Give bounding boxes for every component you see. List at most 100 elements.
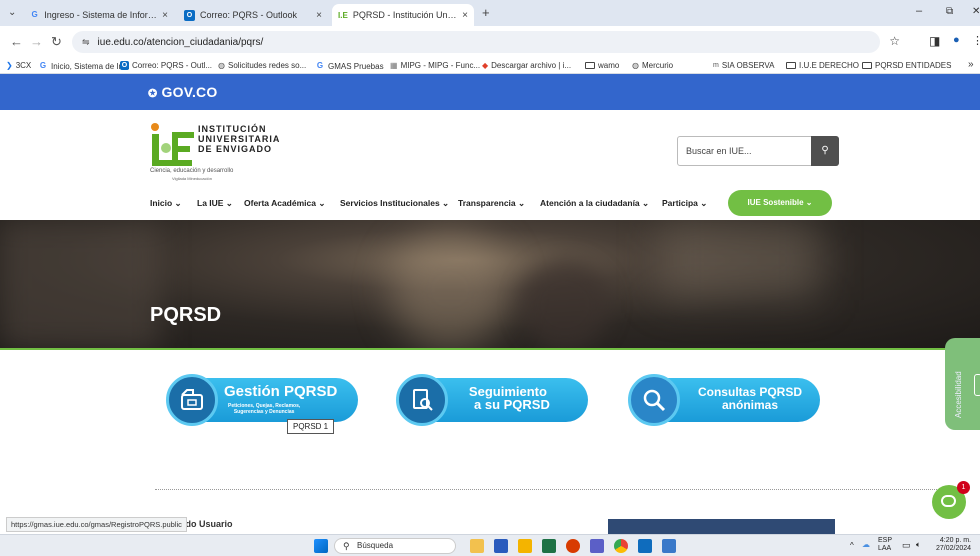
browser-tab-strip: ⌄ G Ingreso - Sistema de Informaci × O C… <box>0 0 980 26</box>
side-panel-icon[interactable]: ◨ <box>929 34 940 48</box>
close-icon[interactable]: × <box>316 10 322 21</box>
bookmark-iue-derecho[interactable]: I.U.E DERECHO <box>786 61 859 70</box>
accessibility-icon <box>974 374 980 396</box>
menu-item-inicio[interactable]: Inicio ⌄ <box>150 198 182 209</box>
forward-icon[interactable]: → <box>30 34 43 49</box>
browser-toolbar: ← → ↻ ⇋ iue.edu.co/atencion_ciudadania/p… <box>0 26 980 58</box>
menu-item-la-iue[interactable]: La IUE ⌄ <box>197 198 233 209</box>
minimize-button[interactable]: – <box>916 5 922 17</box>
clock-time[interactable]: 4:20 p. m. <box>936 537 971 545</box>
profile-icon[interactable]: ● <box>953 34 960 46</box>
network-icon[interactable]: ▭ <box>902 540 911 551</box>
bookmarks-overflow-button[interactable]: » <box>968 59 974 70</box>
back-icon[interactable]: ← <box>10 34 23 49</box>
bookmark-label: 3CX <box>15 61 32 70</box>
reload-icon[interactable]: ↻ <box>51 34 62 50</box>
section-divider <box>155 489 955 490</box>
bookmark-pqrsd-entidades[interactable]: PQRSD ENTIDADES <box>862 61 951 70</box>
windows-start-icon[interactable] <box>314 539 328 553</box>
bookmark-label: I.U.E DERECHO <box>799 61 860 70</box>
window-close-button[interactable]: ✕ <box>972 6 980 17</box>
logo-sub: Vigilada Mineducación <box>172 176 212 181</box>
bookmark-label: Descargar archivo | i... <box>491 61 572 70</box>
word-icon[interactable] <box>494 539 508 553</box>
bookmark-correo[interactable]: O Correo: PQRS - Outl... <box>120 61 212 70</box>
language-code[interactable]: ESP <box>878 537 892 545</box>
seguimiento-pqrsd-button[interactable]: Seguimiento a su PQRSD <box>396 374 588 426</box>
windows-taskbar: ⚲ Búsqueda ^ ☁ ESP LAA ▭ 🔈︎ 4:20 p. m. 2… <box>0 534 980 556</box>
bookmark-wamo[interactable]: wamo <box>585 61 619 70</box>
chevron-up-icon[interactable]: ^ <box>850 541 854 550</box>
mipg-icon: ▦ <box>390 61 398 70</box>
taskbar-search[interactable]: ⚲ Búsqueda <box>334 538 456 554</box>
menu-item-servicios[interactable]: Servicios Institucionales ⌄ <box>340 198 449 209</box>
tab-label: Ingreso - Sistema de Informaci <box>44 10 158 20</box>
tab-pqrsd[interactable]: I.E PQRSD - Institución Universitar × <box>332 4 474 26</box>
search-input[interactable]: Buscar en IUE... <box>686 146 752 156</box>
address-bar[interactable]: ⇋ iue.edu.co/atencion_ciudadania/pqrs/ ☆ <box>72 31 900 53</box>
widgets-icon[interactable] <box>470 539 484 553</box>
clock-date[interactable]: 27/02/2024 <box>936 545 971 553</box>
menu-icon[interactable]: ⋮ <box>972 34 980 47</box>
status-bar-url: https://gmas.iue.edu.co/gmas/RegistroPQR… <box>6 517 187 532</box>
iue-logo-mark-icon <box>151 123 194 166</box>
close-icon[interactable]: × <box>462 10 468 21</box>
bookmark-descargar[interactable]: ◆ Descargar archivo | i... <box>482 61 571 70</box>
accessibility-tab[interactable]: Accesibilidad <box>945 338 980 430</box>
bookmark-label: SIA OBSERVA <box>721 61 775 70</box>
restore-button[interactable]: ⧉ <box>946 6 953 17</box>
bookmark-label: Inicio, Sistema de In... <box>51 61 130 71</box>
menu-item-oferta[interactable]: Oferta Académica ⌄ <box>244 198 325 209</box>
bookmark-star-icon[interactable]: ☆ <box>889 34 900 48</box>
site-search: Buscar en IUE... ⚲ <box>677 136 839 166</box>
tab-outlook[interactable]: O Correo: PQRS - Outlook × <box>178 4 328 26</box>
powerpoint-icon[interactable] <box>566 539 580 553</box>
bookmarks-bar: ❯ 3CX G Inicio, Sistema de In... O Correo: … <box>0 58 980 74</box>
gestion-pqrsd-button[interactable]: Gestión PQRSD Peticiones, Quejas, Reclam… <box>166 374 358 426</box>
tab-ingreso[interactable]: G Ingreso - Sistema de Informaci × <box>24 4 174 26</box>
bookmark-label: Solicitudes redes so... <box>227 61 307 70</box>
bookmark-3cx[interactable]: ❯ 3CX <box>6 61 31 70</box>
consultas-pqrsd-button[interactable]: Consultas PQRSD anónimas <box>628 374 820 426</box>
weather-icon[interactable]: ☁ <box>862 540 870 549</box>
iue-sostenible-button[interactable]: IUE Sostenible ⌄ <box>728 190 832 216</box>
tab-label: PQRSD - Institución Universitar <box>352 10 458 20</box>
search-icon: ⚲ <box>343 541 350 551</box>
google-icon: G <box>31 10 38 19</box>
volume-icon[interactable]: 🔈︎ <box>916 540 921 550</box>
bookmark-solicitudes[interactable]: ◍ Solicitudes redes so... <box>218 61 306 70</box>
tab-search-button[interactable]: ⌄ <box>8 7 16 18</box>
hero-background-shape <box>660 220 820 300</box>
bookmark-label: MIPG - MIPG - Func... <box>400 61 481 70</box>
app-icon[interactable] <box>662 539 676 553</box>
new-tab-button[interactable]: + <box>482 5 490 20</box>
bookmark-sia[interactable]: m SIA OBSERVA <box>713 61 774 70</box>
bookmark-inicio[interactable]: G Inicio, Sistema de In... <box>38 61 130 71</box>
keyboard-layout[interactable]: LAA <box>878 545 892 553</box>
menu-item-participa[interactable]: Participa ⌄ <box>662 198 707 209</box>
gestion-subtitle-2: Sugerencias y Denuncias <box>233 409 295 415</box>
taskbar-search-label: Búsqueda <box>357 541 394 550</box>
iue-logo[interactable]: INSTITUCIÓN UNIVERSITARIA DE ENVIGADO Ci… <box>150 118 280 182</box>
bookmark-mercurio[interactable]: ◍ Mercurio <box>632 61 673 70</box>
site-info-icon[interactable]: ⇋ <box>82 37 90 48</box>
chrome-icon[interactable] <box>614 539 628 553</box>
close-icon[interactable]: × <box>162 10 168 21</box>
hero-background-shape <box>390 230 510 350</box>
search-icon[interactable]: ⚲ <box>811 136 839 166</box>
gov-bar: ✪ GOV.CO <box>0 74 980 110</box>
outlook-icon[interactable] <box>638 539 652 553</box>
gov-logo[interactable]: ✪ GOV.CO <box>148 84 217 100</box>
3cx-icon: ❯ <box>6 61 13 70</box>
logo-tagline: Ciencia, educación y desarrollo <box>150 168 234 174</box>
excel-icon[interactable] <box>542 539 556 553</box>
menu-item-transparencia[interactable]: Transparencia ⌄ <box>458 198 525 209</box>
teams-icon[interactable] <box>590 539 604 553</box>
hero-background-shape <box>520 260 610 350</box>
chat-button[interactable]: 1 <box>932 481 970 519</box>
menu-item-atencion[interactable]: Atención a la ciudadanía ⌄ <box>540 198 649 209</box>
bookmark-gmas[interactable]: G GMAS Pruebas <box>315 61 384 71</box>
bookmark-mipg[interactable]: ▦ MIPG - MIPG - Func... <box>390 61 480 70</box>
hero-background-shape <box>0 220 160 350</box>
file-explorer-icon[interactable] <box>518 539 532 553</box>
